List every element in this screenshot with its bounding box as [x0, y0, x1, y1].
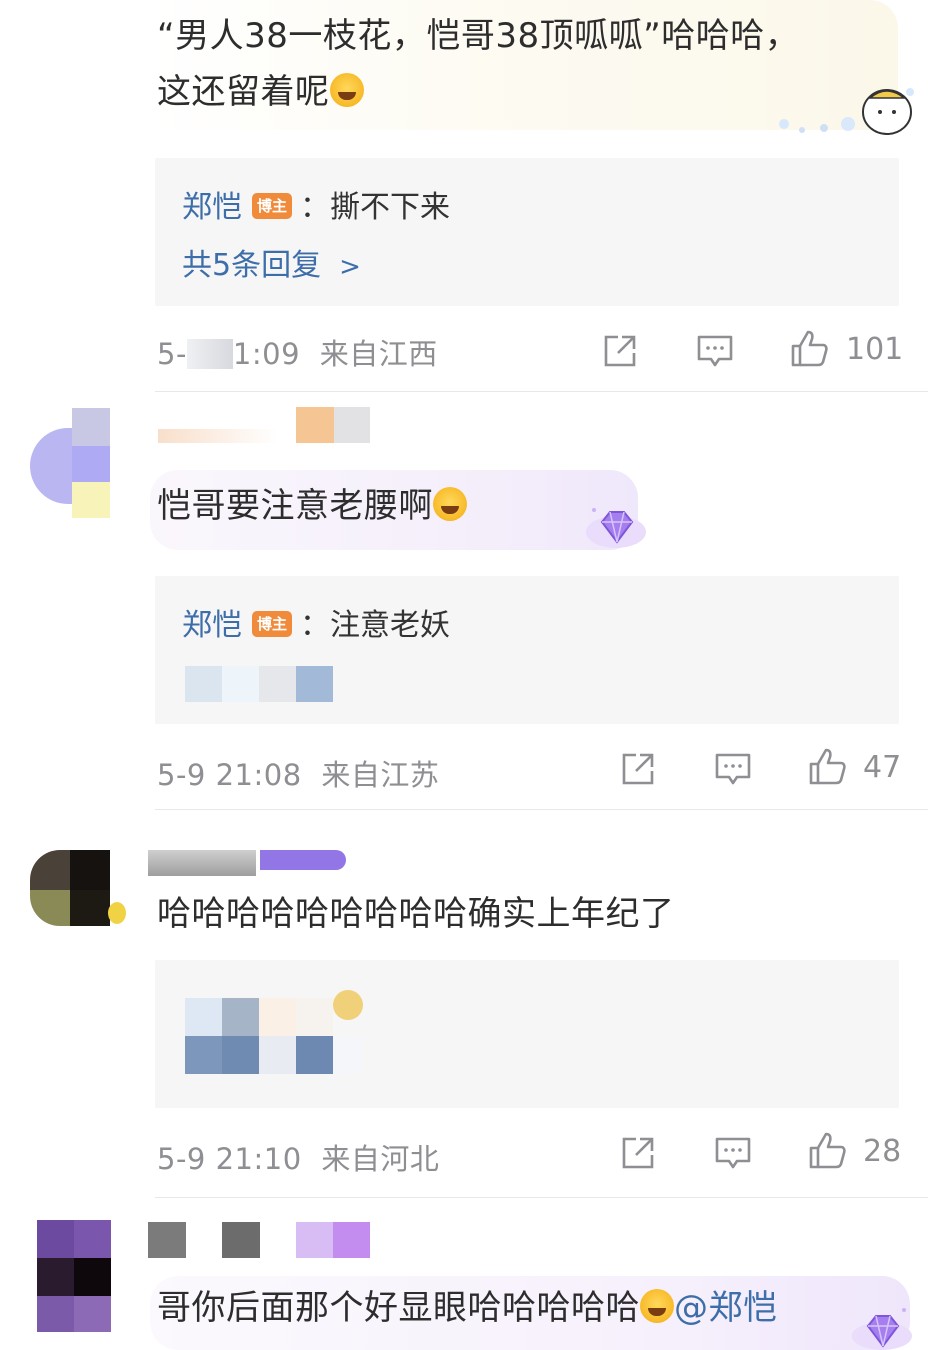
avatar[interactable] [28, 0, 112, 40]
thumbs-up-icon[interactable] [789, 329, 829, 369]
reply-line: 郑恺 博主 ：撕不下来 [182, 182, 450, 226]
like-count: 101 [846, 332, 904, 367]
comment-location: 来自河北 [321, 1142, 440, 1176]
thumbs-up-icon[interactable] [807, 747, 847, 787]
comment-3: 哈哈哈哈哈哈哈哈哈确实上年纪了 5-9 21:10 来自河北 28 [0, 810, 928, 1198]
diamond-badge-icon [586, 508, 646, 548]
blogger-badge: 博主 [252, 611, 293, 637]
comment-meta: 5- 1:09 来自江西 [157, 331, 438, 373]
comment-1: “男人38一枝花，恺哥38顶呱呱”哈哈哈， 这还留着呢 郑恺 博主 ：撕不下来 共5… [0, 0, 928, 392]
comment-meta: 5-9 21:08 来自江苏 [157, 752, 439, 794]
comment-location: 来自江西 [319, 337, 438, 371]
redacted-time [186, 339, 233, 369]
username-redacted[interactable] [148, 850, 358, 876]
like-count: 28 [863, 1134, 902, 1169]
share-icon[interactable] [618, 749, 658, 789]
comment-text-line2-content: 这还留着呢 [157, 72, 330, 112]
redacted-reply [185, 990, 369, 1074]
comment-time: 5- [157, 337, 187, 371]
comment-icon[interactable] [695, 331, 735, 371]
reply-separator: ： [300, 608, 331, 643]
redacted-reply [185, 666, 333, 702]
avatar[interactable] [37, 1220, 111, 1332]
view-replies-link[interactable]: 共5条回复 > [182, 240, 361, 284]
comment-time-tail: 1:09 [232, 337, 301, 371]
reply-content: 撕不下来 [330, 190, 451, 225]
reply-box[interactable] [155, 960, 899, 1108]
reply-line: 郑恺 博主 ：注意老妖 [182, 600, 450, 644]
username-redacted[interactable] [158, 407, 378, 443]
mention-link[interactable]: @郑恺 [674, 1288, 778, 1328]
like-count: 47 [863, 750, 902, 785]
blogger-badge: 博主 [252, 193, 293, 219]
view-replies-label: 共5条回复 [182, 248, 322, 283]
comment-text: “男人38一枝花，恺哥38顶呱呱”哈哈哈， [157, 16, 800, 56]
comment-4: 哥你后面那个好显眼哈哈哈哈哈 @郑恺 [0, 1198, 928, 1350]
comment-text-content: 哥你后面那个好显眼哈哈哈哈哈 [157, 1288, 640, 1328]
thumbs-up-icon[interactable] [807, 1131, 847, 1171]
comment-text: 哈哈哈哈哈哈哈哈哈确实上年纪了 [157, 894, 675, 934]
chevron-right-icon: > [339, 252, 361, 282]
crying-emoji-icon [433, 487, 467, 521]
comment-icon[interactable] [713, 1133, 753, 1173]
comment-2: 恺哥要注意老腰啊 郑恺 博主 ：注意老妖 5-9 21:08 来自江苏 47 [0, 392, 928, 810]
avatar[interactable] [30, 850, 126, 930]
diamond-badge-icon [852, 1308, 912, 1350]
reply-content: 注意老妖 [330, 608, 451, 643]
comment-text: 恺哥要注意老腰啊 [157, 478, 467, 534]
reply-box[interactable]: 郑恺 博主 ：撕不下来 共5条回复 > [155, 158, 899, 306]
laughing-emoji-icon [329, 73, 364, 107]
comment-meta: 5-9 21:10 来自河北 [157, 1136, 439, 1178]
comment-icon[interactable] [713, 749, 753, 789]
comment-text: 哥你后面那个好显眼哈哈哈哈哈 @郑恺 [157, 1280, 778, 1336]
reply-author[interactable]: 郑恺 [182, 608, 242, 643]
share-icon[interactable] [618, 1133, 658, 1173]
avatar[interactable] [30, 408, 110, 518]
username-redacted[interactable] [148, 1222, 372, 1258]
screaming-emoji-icon [640, 1289, 674, 1323]
comment-time: 5-9 21:08 [157, 758, 302, 792]
comment-location: 来自江苏 [321, 758, 440, 792]
comment-time: 5-9 21:10 [157, 1142, 302, 1176]
comment-text-content: 恺哥要注意老腰啊 [157, 486, 433, 526]
reply-author[interactable]: 郑恺 [182, 190, 242, 225]
reply-separator: ： [300, 190, 331, 225]
comment-text-line2: 这还留着呢 [157, 64, 364, 120]
cartoon-decoration-icon [779, 88, 914, 135]
reply-box[interactable]: 郑恺 博主 ：注意老妖 [155, 576, 899, 724]
share-icon[interactable] [600, 331, 640, 371]
